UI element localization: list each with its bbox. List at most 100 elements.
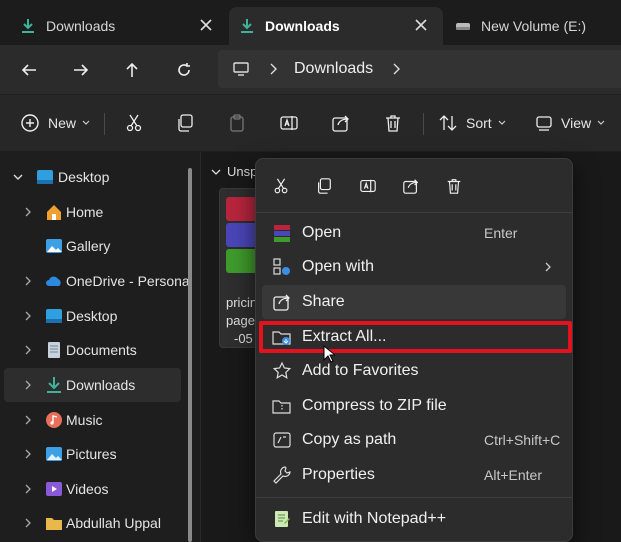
menu-separator: [256, 212, 572, 213]
desktop-folder-icon: [37, 170, 53, 184]
paste-button[interactable]: [227, 108, 247, 138]
tab-downloads-1[interactable]: Downloads: [0, 7, 228, 45]
menu-item-open-with[interactable]: Open with: [262, 250, 566, 284]
group-header[interactable]: Unsp: [211, 164, 257, 179]
tab-downloads-2[interactable]: Downloads: [229, 7, 443, 45]
chevron-down-icon: [82, 120, 90, 125]
drive-icon: [456, 23, 470, 30]
menu-item-label: Extract All...: [302, 328, 387, 345]
menu-separator: [256, 497, 572, 498]
chevron-right-icon[interactable]: [22, 483, 34, 495]
share-button[interactable]: [331, 108, 351, 138]
sidebar-item-gallery[interactable]: Gallery: [0, 229, 182, 263]
new-button[interactable]: New: [20, 108, 90, 138]
onedrive-icon: [46, 276, 61, 286]
context-delete-button[interactable]: [439, 171, 469, 201]
rename-button[interactable]: [279, 108, 299, 138]
chevron-right-icon[interactable]: [22, 517, 34, 529]
address-bar[interactable]: Downloads: [218, 50, 621, 88]
home-icon: [47, 205, 61, 220]
context-menu: Open Enter Open with Share Extract All..…: [255, 158, 573, 542]
context-rename-button[interactable]: [353, 171, 383, 201]
forward-button[interactable]: [68, 57, 94, 83]
new-label: New: [48, 115, 77, 131]
menu-item-open[interactable]: Open Enter: [262, 216, 566, 250]
back-button[interactable]: [16, 57, 42, 83]
menu-item-share[interactable]: Share: [262, 285, 566, 319]
sidebar-item-videos[interactable]: Videos: [0, 472, 182, 506]
separator: [423, 113, 424, 135]
rename-icon: [360, 179, 376, 193]
close-icon[interactable]: [413, 17, 429, 33]
download-icon: [47, 377, 61, 393]
chevron-down-icon: [597, 120, 605, 125]
menu-item-add-to-favorites[interactable]: Add to Favorites: [262, 354, 566, 388]
monitor-icon[interactable]: [232, 60, 250, 78]
chevron-right-icon[interactable]: [22, 275, 34, 287]
desktop-folder-icon: [46, 309, 62, 323]
sidebar-item-home[interactable]: Home: [0, 195, 182, 229]
menu-item-label: Open with: [302, 258, 375, 275]
chevron-right-icon[interactable]: [391, 63, 401, 75]
chevron-right-icon[interactable]: [22, 448, 34, 460]
sidebar-item-label: Documents: [66, 342, 137, 358]
context-copy-button[interactable]: [309, 171, 339, 201]
chevron-right-icon[interactable]: [22, 206, 34, 218]
tab-strip: Downloads Downloads New Volume (E:): [0, 0, 621, 45]
sidebar-item-label: Videos: [66, 481, 109, 497]
delete-icon: [447, 179, 461, 194]
chevron-right-icon[interactable]: [22, 310, 34, 322]
chevron-right-icon[interactable]: [22, 344, 34, 356]
sidebar-item-desktop[interactable]: Desktop: [0, 299, 182, 333]
folder-icon: [46, 518, 62, 530]
sidebar-item-abdullah-uppal[interactable]: Abdullah Uppal: [0, 506, 182, 540]
context-cut-button[interactable]: [266, 171, 296, 201]
chevron-down-icon[interactable]: [12, 171, 24, 183]
share-icon: [273, 294, 290, 311]
download-icon: [241, 19, 253, 33]
menu-item-edit-notepadpp[interactable]: Edit with Notepad++: [262, 502, 566, 536]
documents-icon: [48, 342, 60, 358]
sidebar-item-pictures[interactable]: Pictures: [0, 437, 182, 471]
sidebar-item-desktop-root[interactable]: Desktop: [0, 160, 182, 194]
sidebar-item-onedrive[interactable]: OneDrive - Personal: [0, 264, 193, 298]
file-name-line: -05: [234, 331, 253, 346]
sort-button[interactable]: Sort: [438, 108, 506, 138]
cut-button[interactable]: [124, 108, 144, 138]
view-button[interactable]: View: [535, 108, 605, 138]
chevron-right-icon[interactable]: [22, 379, 34, 391]
delete-button[interactable]: [383, 108, 403, 138]
music-icon: [46, 412, 62, 428]
sidebar-item-documents[interactable]: Documents: [0, 333, 182, 367]
extract-icon: [272, 331, 291, 345]
close-icon[interactable]: [198, 17, 214, 33]
sidebar-item-label: Abdullah Uppal: [66, 515, 161, 531]
sidebar-scrollbar[interactable]: [188, 168, 192, 542]
open-with-icon: [273, 258, 290, 275]
refresh-button[interactable]: [171, 57, 197, 83]
sidebar-item-label: Desktop: [66, 308, 118, 324]
chevron-down-icon: [211, 169, 221, 175]
breadcrumb-downloads[interactable]: Downloads: [294, 60, 373, 78]
tab-new-volume[interactable]: New Volume (E:): [445, 7, 621, 45]
up-button[interactable]: [119, 57, 145, 83]
menu-item-label: Edit with Notepad++: [302, 510, 447, 527]
chevron-right-icon[interactable]: [268, 63, 278, 75]
menu-item-shortcut: Ctrl+Shift+C: [484, 432, 561, 448]
copy-button[interactable]: [175, 108, 195, 138]
menu-item-copy-as-path[interactable]: Copy as path Ctrl+Shift+C: [262, 423, 566, 457]
star-icon: [272, 361, 292, 379]
context-share-button[interactable]: [396, 171, 426, 201]
wrench-icon: [273, 466, 291, 484]
menu-item-shortcut: Enter: [484, 225, 518, 241]
menu-item-compress-zip[interactable]: Compress to ZIP file: [262, 389, 566, 423]
chevron-down-icon: [498, 120, 506, 125]
menu-item-extract-all[interactable]: Extract All...: [262, 320, 566, 354]
menu-item-properties[interactable]: Properties Alt+Enter: [262, 458, 566, 492]
tab-label: New Volume (E:): [481, 18, 587, 34]
sidebar-item-downloads[interactable]: Downloads: [4, 368, 181, 402]
chevron-right-icon[interactable]: [22, 414, 34, 426]
sidebar-item-music[interactable]: Music: [0, 403, 182, 437]
file-name-line: pricin: [226, 295, 258, 310]
view-icon: [536, 116, 552, 131]
